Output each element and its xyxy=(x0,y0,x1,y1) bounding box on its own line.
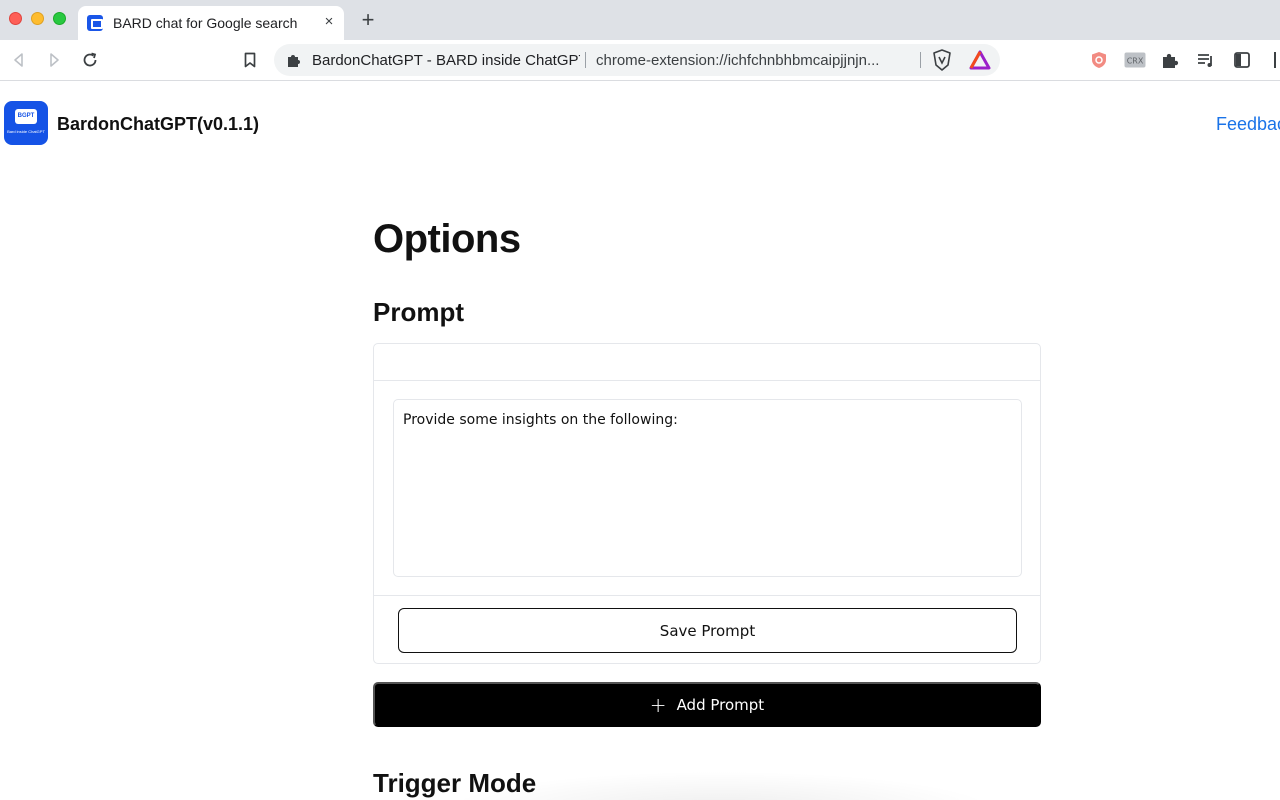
add-prompt-button[interactable]: + Add Prompt xyxy=(373,682,1041,727)
sidebar-toggle-icon[interactable] xyxy=(1231,49,1253,71)
shield-extension-icon[interactable] xyxy=(1088,49,1110,71)
reload-icon[interactable] xyxy=(78,48,102,72)
svg-text:CRX: CRX xyxy=(1127,57,1144,66)
brave-shield-icon[interactable] xyxy=(931,49,953,71)
brave-rewards-icon[interactable] xyxy=(969,49,991,71)
prompt-section-title: Prompt xyxy=(373,297,464,327)
extensions-puzzle-icon[interactable] xyxy=(1159,49,1181,71)
maximize-window-button[interactable] xyxy=(53,12,66,25)
prompt-card: Provide some insights on the following: … xyxy=(373,343,1041,664)
omnibox-page-title: BardonChatGPT - BARD inside ChatGPT xyxy=(312,52,580,69)
trigger-mode-section-title: Trigger Mode xyxy=(373,768,537,798)
back-arrow-icon[interactable] xyxy=(7,48,31,72)
logo-text: BGPT xyxy=(15,109,37,124)
bookmark-icon[interactable] xyxy=(238,48,262,72)
forward-arrow-icon[interactable] xyxy=(42,48,66,72)
app-name: BardonChatGPT(v0.1.1) xyxy=(57,114,260,134)
menu-edge-icon[interactable] xyxy=(1274,52,1276,68)
minimize-window-button[interactable] xyxy=(31,12,44,25)
address-bar[interactable]: BardonChatGPT - BARD inside ChatGPT chro… xyxy=(274,44,1000,76)
prompt-card-header xyxy=(374,344,1040,381)
close-window-button[interactable] xyxy=(9,12,22,25)
new-tab-button[interactable]: + xyxy=(357,9,379,31)
save-prompt-button[interactable]: Save Prompt xyxy=(398,608,1017,653)
omnibox-divider xyxy=(920,52,921,68)
feedback-link[interactable]: Feedback xyxy=(1216,114,1280,135)
app-logo: BGPT Bard inside ChatGPT xyxy=(4,101,48,145)
omnibox-divider xyxy=(585,52,586,68)
omnibox-url: chrome-extension://ichfchnbhbmcaipjjnjn.… xyxy=(596,52,880,69)
plus-icon: + xyxy=(649,692,667,717)
reading-list-icon[interactable] xyxy=(1195,49,1217,71)
active-tab[interactable]: BARD chat for Google search × xyxy=(78,6,344,40)
extension-favicon-icon xyxy=(87,15,103,31)
add-prompt-label: Add Prompt xyxy=(676,695,765,714)
tab-title: BARD chat for Google search xyxy=(113,15,298,31)
crx-extension-icon[interactable]: CRX xyxy=(1124,49,1146,71)
prompt-card-divider xyxy=(374,595,1040,596)
puzzle-piece-icon xyxy=(286,52,302,68)
browser-toolbar: BardonChatGPT - BARD inside ChatGPT chro… xyxy=(0,40,1280,81)
tab-close-icon[interactable]: × xyxy=(320,13,338,31)
extension-options-page: BGPT Bard inside ChatGPT BardonChatGPT(v… xyxy=(0,81,1280,800)
logo-tagline: Bard inside ChatGPT xyxy=(7,129,45,134)
prompt-textarea[interactable]: Provide some insights on the following: xyxy=(393,399,1022,577)
page-title: Options xyxy=(373,217,521,261)
browser-tab-strip: BARD chat for Google search × + xyxy=(0,0,1280,40)
